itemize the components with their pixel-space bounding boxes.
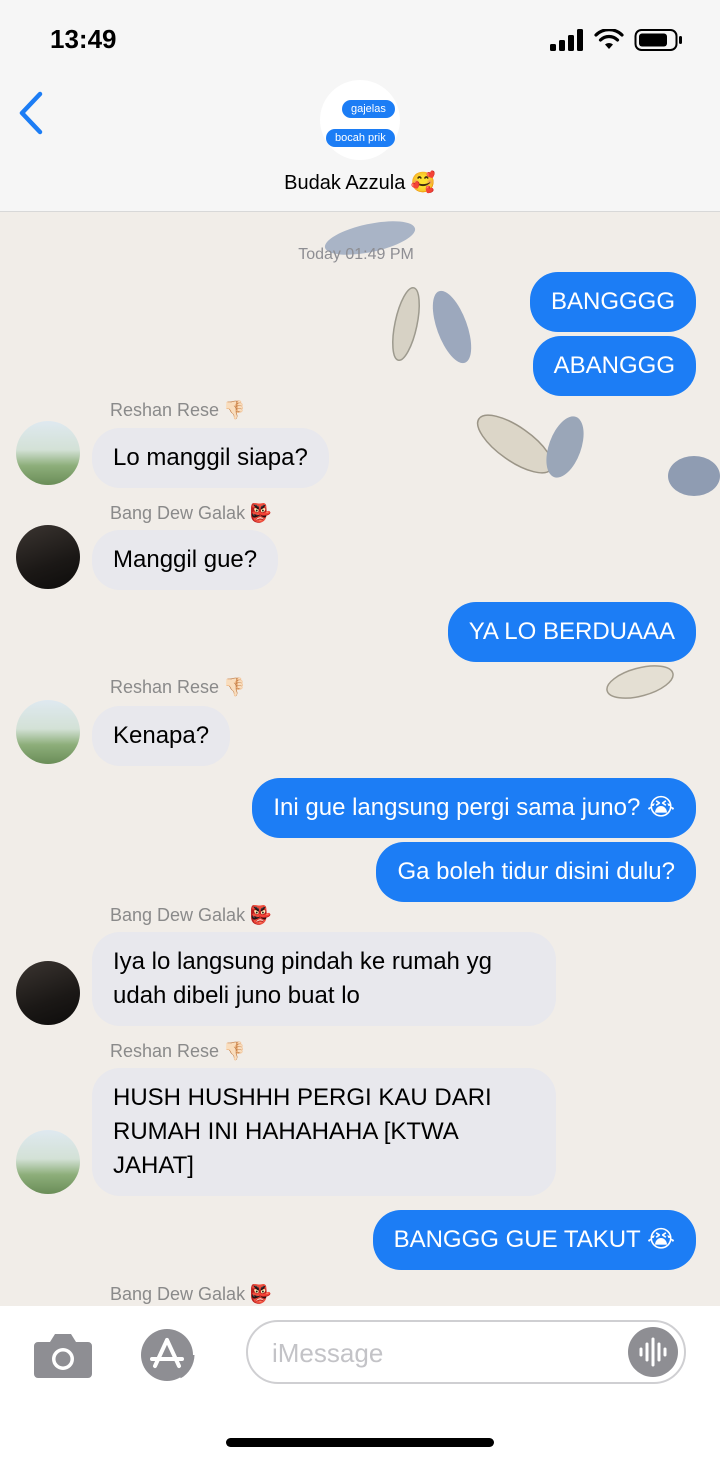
incoming-message[interactable]: Iya lo langsung pindah ke rumah yg udah … [92, 932, 556, 1026]
petal-decoration [546, 416, 584, 478]
outgoing-message[interactable]: YA LO BERDUAAA [447, 602, 696, 662]
sender-emoji: 👎🏻 [223, 677, 246, 697]
incoming-message[interactable]: Kenapa? [92, 706, 231, 766]
sender-name: Bang Dew Galak 👺 [110, 1284, 272, 1305]
sender-name-text: Bang Dew Galak [110, 905, 246, 925]
sender-name: Reshan Rese 👎🏻 [110, 400, 246, 421]
incoming-message[interactable]: Manggil gue? [92, 530, 279, 590]
input-bar: iMessage [0, 1306, 720, 1465]
outgoing-message[interactable]: BANGGGG [529, 272, 696, 332]
audio-waveform-icon [639, 1337, 667, 1367]
sender-name-text: Reshan Rese [110, 677, 220, 697]
avatar-reshan[interactable] [16, 700, 80, 764]
status-icons [550, 28, 684, 52]
avatar-dew[interactable] [16, 525, 80, 589]
sender-emoji: 👎🏻 [223, 400, 246, 420]
sender-name: Bang Dew Galak 👺 [110, 503, 272, 524]
group-name-emoji: 🥰 [410, 172, 436, 194]
back-chevron-icon[interactable] [14, 88, 48, 138]
sender-name-text: Bang Dew Galak [110, 503, 246, 523]
outgoing-message[interactable]: Ga boleh tidur disini dulu? [376, 842, 696, 902]
avatar-dew[interactable] [16, 961, 80, 1025]
incoming-message[interactable]: Lo manggil siapa? [92, 428, 329, 488]
camera-icon[interactable] [32, 1330, 94, 1380]
avatar-bubble-gajelas: gajelas [342, 100, 395, 118]
sender-name-text: Bang Dew Galak [110, 1284, 246, 1304]
avatar-bubble-bocah-prik: bocah prik [326, 129, 395, 147]
app-store-icon[interactable] [136, 1326, 204, 1384]
chat-area[interactable]: Today 01:49 PM BANGGGG ABANGGG Reshan Re… [0, 212, 720, 1306]
petal-decoration [668, 456, 720, 496]
message-input[interactable]: iMessage [246, 1320, 686, 1384]
avatar-reshan[interactable] [16, 1130, 80, 1194]
wifi-icon [594, 29, 624, 49]
signal-icon [550, 29, 583, 51]
sender-emoji: 👺 [249, 503, 272, 523]
battery-icon [634, 29, 682, 51]
group-name[interactable]: Budak Azzula 🥰 [0, 170, 720, 195]
outgoing-message[interactable]: Ini gue langsung pergi sama juno? 😭 [252, 778, 696, 838]
status-bar: 13:49 [0, 0, 720, 80]
sender-emoji: 👺 [249, 1284, 272, 1304]
incoming-message[interactable]: HUSH HUSHHH PERGI KAU DARI RUMAH INI HAH… [92, 1068, 556, 1196]
message-placeholder: iMessage [272, 1338, 384, 1368]
group-name-text: Budak Azzula [284, 172, 406, 194]
audio-record-button[interactable] [628, 1327, 678, 1377]
conversation-header: gajelas bocah prik Budak Azzula 🥰 [0, 80, 720, 212]
home-indicator [226, 1438, 494, 1447]
sender-emoji: 👺 [249, 905, 272, 925]
outgoing-message[interactable]: ABANGGG [532, 336, 696, 396]
conversation-timestamp: Today 01:49 PM [298, 246, 414, 263]
avatar-reshan[interactable] [16, 421, 80, 485]
status-time: 13:49 [50, 24, 117, 54]
petal-decoration [392, 286, 420, 362]
sender-name: Reshan Rese 👎🏻 [110, 1041, 246, 1062]
petal-decoration [432, 290, 472, 364]
sender-emoji: 👎🏻 [223, 1041, 246, 1061]
sender-name: Bang Dew Galak 👺 [110, 905, 272, 926]
sender-name-text: Reshan Rese [110, 1041, 220, 1061]
outgoing-message[interactable]: BANGGG GUE TAKUT 😭 [372, 1210, 696, 1270]
sender-name-text: Reshan Rese [110, 400, 220, 420]
group-avatar[interactable]: gajelas bocah prik [320, 80, 400, 160]
sender-name: Reshan Rese 👎🏻 [110, 677, 246, 698]
